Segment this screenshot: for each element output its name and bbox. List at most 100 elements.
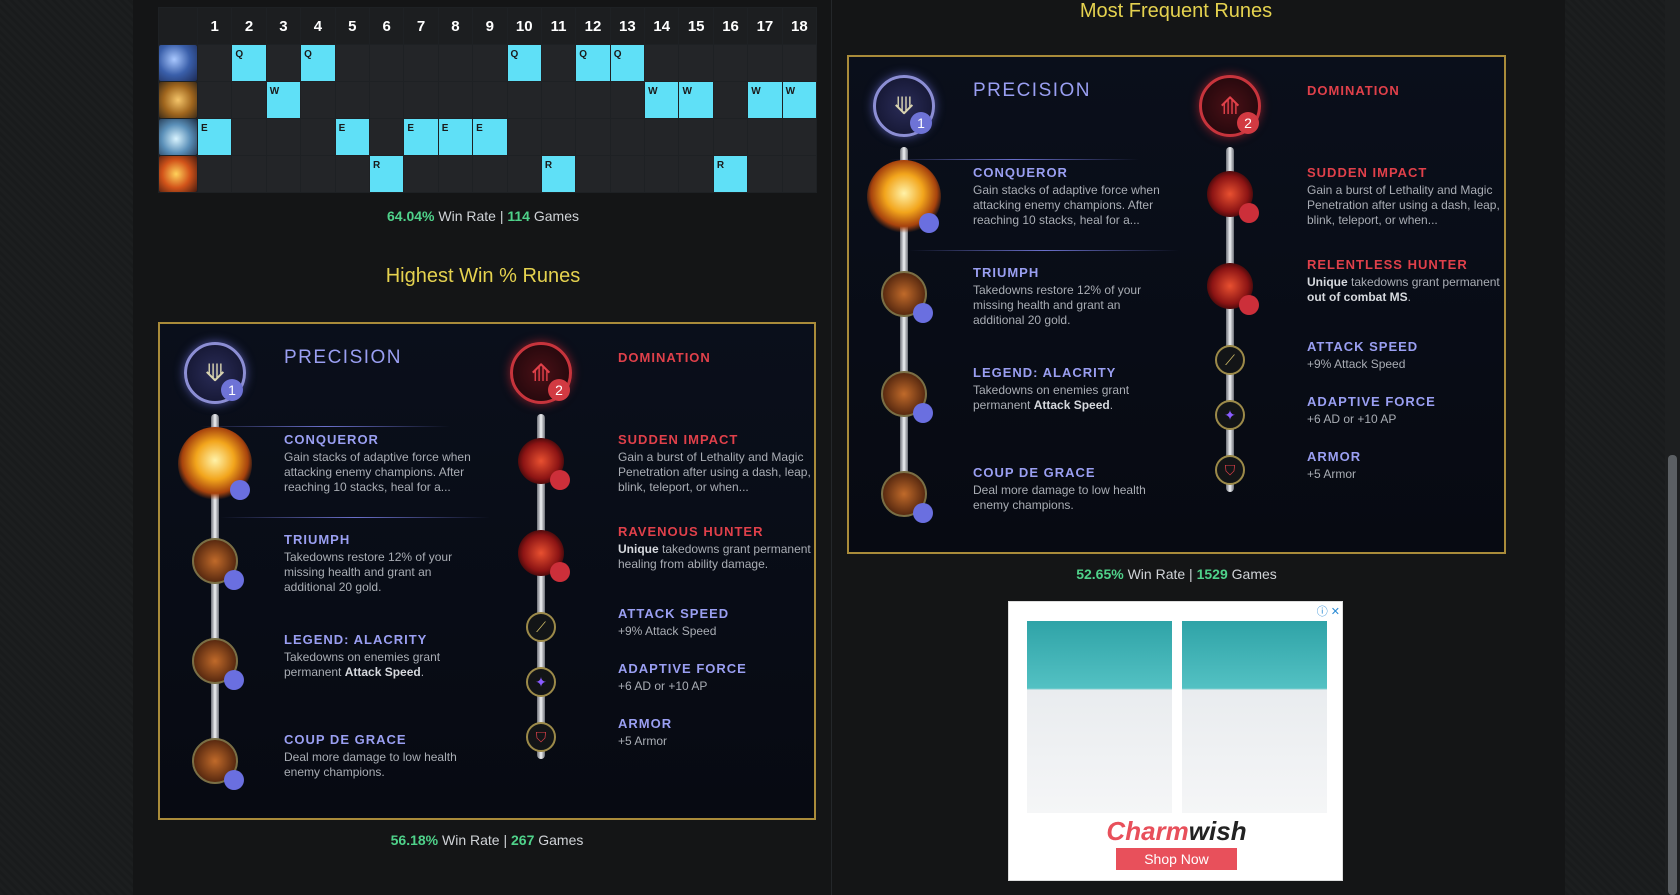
level-header: 14 [644, 7, 680, 45]
skill-key-label: E [201, 123, 208, 134]
primary-tree-name: PRECISION [973, 80, 1092, 101]
skill-cell [472, 155, 508, 193]
shard-name: ATTACK SPEED [1307, 339, 1419, 354]
skill-cell: R [368, 155, 405, 193]
e-ability-icon[interactable] [159, 119, 197, 155]
secondary-rune-description: Gain a burst of Lethality and Magic Pene… [1307, 183, 1500, 227]
skill-cell: Q [575, 44, 611, 82]
skill-cell [231, 118, 267, 156]
skill-key-label: W [648, 86, 658, 97]
skill-cell [747, 44, 783, 82]
skill-key-label: R [716, 160, 725, 171]
shard-description: +5 Armor [1307, 467, 1357, 481]
skill-cell [506, 81, 542, 119]
highest-win-runes-panel: ⟱ 1 PRECISION ⟰ 2 DOMINATION CONQUEROR Gain sta… [158, 322, 816, 820]
skill-cell [472, 81, 508, 119]
primary-rune-name: TRIUMPH [973, 265, 1040, 280]
w-ability-icon[interactable] [159, 82, 197, 118]
highest-win-title: Highest Win % Runes [385, 265, 581, 287]
skill-cell: W [265, 81, 302, 119]
adaptive-force-shard-icon[interactable]: ✦ [526, 667, 556, 697]
skill-cell [265, 44, 302, 82]
most-frequent-win-rate: 52.65% [1076, 566, 1124, 582]
skill-cell [196, 44, 233, 82]
primary-rune-name: LEGEND: ALACRITY [973, 365, 1117, 380]
attack-speed-shard-icon[interactable]: ⟋ [526, 612, 556, 642]
skill-order-table: 1 2 3 4 5 6 7 8 9 10 11 12 13 14 15 16 17 18 Q Q Q Q Q W W W W W E E E… [158, 7, 818, 193]
advertisement[interactable]: ⓘ ✕ Charmwish Shop Now [1008, 601, 1343, 881]
secondary-rune-name: RAVENOUS HUNTER [618, 524, 764, 539]
level-header: 16 [712, 7, 749, 45]
highest-win-games-label: Games [538, 832, 584, 848]
r-ability-icon[interactable] [159, 156, 197, 192]
highest-win-rate: 56.18% [390, 832, 439, 848]
rune-desc-text: . [1109, 398, 1114, 412]
skill-cell [437, 155, 474, 193]
primary-tree-name: PRECISION [284, 347, 403, 368]
primary-rune-name: CONQUEROR [973, 165, 1068, 180]
secondary-rune-description: Gain a burst of Lethality and Magic Pene… [618, 450, 811, 494]
skill-cell [300, 81, 336, 119]
skill-cell [437, 44, 474, 82]
ability-icon-cell [158, 118, 198, 156]
skill-cell [196, 81, 233, 119]
ad-brand-logo[interactable]: Charmwish [1009, 816, 1344, 847]
attack-speed-shard-icon[interactable]: ⟋ [1215, 345, 1245, 375]
skill-cell: R [712, 155, 749, 193]
ad-image-right[interactable] [1182, 621, 1327, 813]
rune-desc-bold: Unique [618, 542, 659, 556]
adaptive-force-shard-icon[interactable]: ✦ [1215, 400, 1245, 430]
shard-description: +9% Attack Speed [1307, 357, 1406, 371]
column-divider [831, 0, 832, 895]
skill-key-label: W [785, 86, 796, 97]
level-header: 5 [334, 7, 370, 45]
secondary-rune-name: SUDDEN IMPACT [1307, 165, 1428, 180]
skill-win-rate-label: Win Rate | [438, 208, 504, 224]
primary-rune-name: COUP DE GRACE [284, 732, 407, 747]
q-ability-icon[interactable] [159, 45, 197, 81]
skill-cell [575, 118, 611, 156]
skill-cell [437, 81, 474, 119]
skill-key-label: Q [613, 49, 622, 60]
skill-cell [781, 155, 818, 193]
armor-shard-icon[interactable]: ⛉ [526, 722, 556, 752]
shard-description: +9% Attack Speed [618, 624, 717, 638]
primary-rune-description: Gain stacks of adaptive force when attac… [973, 183, 1160, 227]
skill-order-stats: 64.04% Win Rate | 114 Games [158, 208, 808, 224]
secondary-rune-description: Unique takedowns grant permanent out of … [1307, 275, 1507, 305]
secondary-rune-name: SUDDEN IMPACT [618, 432, 739, 447]
rune-selected-dot [913, 303, 933, 323]
skill-cell: Q [231, 44, 267, 82]
skill-key-label: R [544, 160, 553, 171]
level-header: 3 [265, 7, 302, 45]
primary-rune-description: Deal more damage to low health enemy cha… [284, 750, 457, 779]
shard-description: +6 AD or +10 AP [1307, 412, 1397, 426]
primary-tree-number: 1 [910, 112, 932, 134]
ability-icon-cell [158, 44, 198, 82]
level-header: 13 [609, 7, 646, 45]
skill-cell [644, 44, 680, 82]
rune-selected-dot [913, 503, 933, 523]
shard-description: +6 AD or +10 AP [618, 679, 708, 693]
skill-cell [334, 44, 370, 82]
skill-cell: E [403, 118, 439, 156]
keystone-glow-line [909, 250, 1179, 251]
rune-selected-dot [230, 480, 250, 500]
rune-desc-text: . [420, 665, 425, 679]
ability-icon-cell [158, 155, 198, 193]
armor-shard-icon[interactable]: ⛉ [1215, 455, 1245, 485]
ad-shop-now-button[interactable]: Shop Now [1116, 848, 1237, 870]
shard-name: ATTACK SPEED [618, 606, 730, 621]
ad-image-left[interactable] [1027, 621, 1172, 813]
skill-cell: E [334, 118, 370, 156]
level-header: 11 [540, 7, 577, 45]
level-header: 9 [472, 7, 508, 45]
skill-cell: W [781, 81, 818, 119]
skill-cell: Q [609, 44, 646, 82]
primary-rune-name: CONQUEROR [284, 432, 379, 447]
level-header: 1 [196, 7, 233, 45]
scrollbar-thumb[interactable] [1668, 455, 1677, 895]
shard-name: ARMOR [1307, 449, 1362, 464]
highest-win-games: 267 [511, 832, 535, 848]
ad-close-icon[interactable]: ⓘ ✕ [1312, 603, 1340, 618]
